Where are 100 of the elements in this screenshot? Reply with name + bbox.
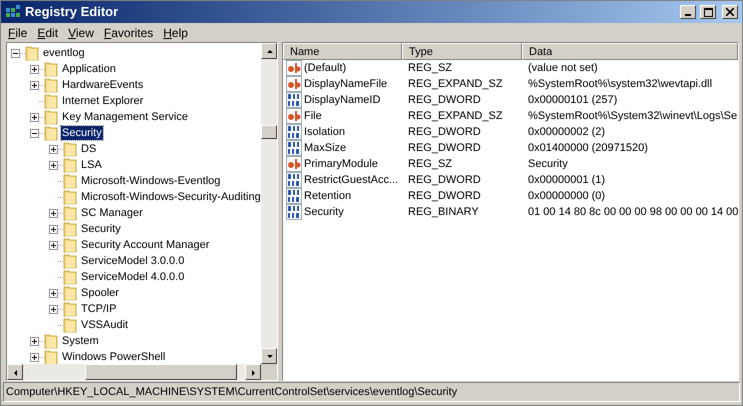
binary-value-icon	[286, 188, 302, 204]
minimize-button[interactable]	[680, 5, 696, 19]
binary-value-icon	[286, 204, 302, 220]
value-name[interactable]: DisplayNameID	[304, 92, 380, 108]
folder-icon	[44, 109, 58, 125]
folder-icon	[44, 77, 58, 93]
menu-item[interactable]: Edit	[32, 24, 64, 42]
folder-icon	[63, 141, 77, 157]
folder-icon	[63, 189, 77, 205]
value-name[interactable]: DisplayNameFile	[304, 76, 388, 92]
menu-item[interactable]: Favorites	[98, 24, 158, 42]
column-header[interactable]: Data	[522, 43, 738, 60]
value-name[interactable]: MaxSize	[304, 140, 346, 156]
expand-icon[interactable]	[30, 336, 39, 346]
value-name[interactable]: Retention	[304, 188, 352, 204]
tree-item[interactable]: SC Manager	[80, 206, 144, 220]
value-type: REG_SZ	[408, 158, 452, 170]
window-title: Registry Editor	[25, 3, 118, 22]
binary-value-icon	[286, 140, 302, 156]
value-data: 0x01400000 (20971520)	[528, 142, 648, 154]
collapse-icon[interactable]	[11, 48, 20, 58]
string-value-icon	[286, 76, 302, 92]
value-type: REG_EXPAND_SZ	[408, 78, 503, 90]
vertical-scrollbar[interactable]	[261, 43, 277, 364]
expand-icon[interactable]	[49, 224, 58, 234]
expand-icon[interactable]	[30, 64, 39, 74]
folder-icon	[44, 93, 58, 109]
value-name[interactable]: RestrictGuestAcc...	[304, 172, 398, 188]
scroll-down-button[interactable]	[261, 348, 277, 364]
tree-item[interactable]: Spooler	[80, 286, 120, 300]
value-data: (value not set)	[528, 62, 598, 74]
expand-icon[interactable]	[49, 160, 58, 170]
folder-icon	[63, 157, 77, 173]
tree-item[interactable]: DS	[80, 142, 98, 156]
collapse-icon[interactable]	[30, 128, 39, 138]
maximize-button[interactable]	[700, 5, 716, 19]
string-value-icon	[286, 156, 302, 172]
folder-icon	[63, 285, 77, 301]
expand-icon[interactable]	[30, 112, 39, 122]
tree-item[interactable]: System	[61, 334, 100, 348]
string-value-icon	[286, 108, 302, 124]
value-data: %SystemRoot%\system32\wevtapi.dll	[528, 78, 712, 90]
value-type: REG_DWORD	[408, 94, 481, 106]
value-data: 0x00000101 (257)	[528, 94, 618, 106]
tree-item[interactable]: VSSAudit	[80, 318, 130, 332]
expand-icon[interactable]	[30, 80, 39, 90]
tree-item[interactable]: HardwareEvents	[61, 78, 144, 92]
column-header[interactable]: Name	[283, 43, 402, 60]
tree-item[interactable]: Security Account Manager	[80, 238, 210, 252]
expand-icon[interactable]	[49, 144, 58, 154]
tree-item[interactable]: LSA	[80, 158, 103, 172]
expand-icon[interactable]	[30, 352, 39, 362]
menu-item[interactable]: View	[63, 24, 99, 42]
value-type: REG_DWORD	[408, 142, 481, 154]
value-name[interactable]: Isolation	[304, 124, 345, 140]
tree-item[interactable]: Key Management Service	[61, 110, 189, 124]
value-type: REG_EXPAND_SZ	[408, 110, 503, 122]
tree-item[interactable]: Microsoft-Windows-Eventlog	[80, 174, 222, 188]
scroll-thumb[interactable]	[85, 364, 237, 380]
binary-value-icon	[286, 124, 302, 140]
scroll-left-button[interactable]	[7, 364, 23, 380]
tree-item[interactable]: Microsoft-Windows-Security-Auditing	[80, 190, 261, 204]
tree-item[interactable]: Internet Explorer	[61, 94, 144, 108]
folder-icon	[63, 253, 77, 269]
value-name[interactable]: File	[304, 108, 322, 124]
folder-icon	[63, 205, 77, 221]
tree-item[interactable]: Security	[61, 126, 103, 140]
value-data: 0x00000002 (2)	[528, 126, 606, 138]
value-name[interactable]: (Default)	[304, 60, 346, 76]
tree-item[interactable]: TCP/IP	[80, 302, 118, 316]
tree-item[interactable]: Security	[80, 222, 122, 236]
tree-item[interactable]: Application	[61, 62, 117, 76]
folder-icon	[63, 173, 77, 189]
expand-icon[interactable]	[49, 240, 58, 250]
menu-item[interactable]: Help	[158, 24, 193, 42]
column-header[interactable]: Type	[402, 43, 522, 60]
close-button[interactable]	[722, 5, 738, 19]
folder-icon	[44, 125, 58, 141]
value-type: REG_BINARY	[408, 206, 479, 218]
binary-value-icon	[286, 92, 302, 108]
horizontal-scrollbar[interactable]	[7, 364, 261, 380]
scroll-thumb[interactable]	[261, 125, 277, 139]
close-icon	[726, 8, 734, 16]
tree-item[interactable]: Windows PowerShell	[61, 350, 166, 364]
value-data: 0x00000000 (0)	[528, 190, 606, 202]
folder-icon	[44, 349, 58, 364]
scroll-up-button[interactable]	[261, 43, 277, 59]
folder-icon	[63, 237, 77, 253]
tree-item[interactable]: ServiceModel 4.0.0.0	[80, 270, 186, 284]
string-value-icon	[286, 60, 302, 76]
tree-item[interactable]: ServiceModel 3.0.0.0	[80, 254, 186, 268]
expand-icon[interactable]	[49, 288, 58, 298]
value-name[interactable]: Security	[304, 204, 344, 220]
expand-icon[interactable]	[49, 304, 58, 314]
expand-icon[interactable]	[49, 208, 58, 218]
value-name[interactable]: PrimaryModule	[304, 156, 378, 172]
scroll-right-button[interactable]	[245, 364, 261, 380]
tree-item[interactable]: eventlog	[42, 46, 86, 60]
menu-item[interactable]: File	[3, 24, 32, 42]
registry-icon	[5, 4, 21, 20]
